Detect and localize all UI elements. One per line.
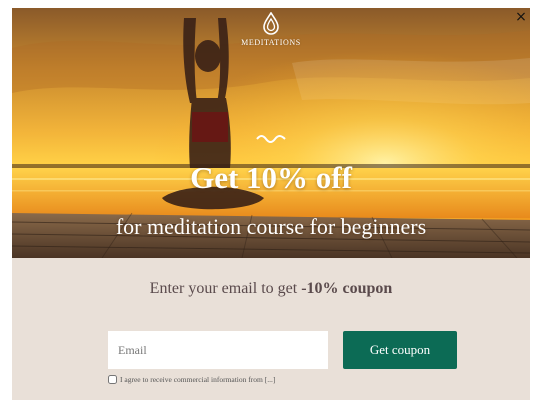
wave-icon (256, 135, 286, 143)
hero-banner: × MEDITATIONS Get 10% off for meditation… (12, 8, 530, 258)
subheadline: for meditation course for beginners (115, 214, 427, 239)
consent-label: I agree to receive commercial informatio… (120, 375, 276, 384)
brand-name: MEDITATIONS (241, 38, 301, 47)
prompt-text: Enter your email to get (149, 280, 302, 297)
coupon-popup: × MEDITATIONS Get 10% off for meditation… (12, 8, 530, 400)
email-prompt: Enter your email to get -10% coupon (12, 280, 530, 298)
brand: MEDITATIONS (12, 12, 530, 47)
get-coupon-button[interactable]: Get coupon (343, 331, 457, 369)
email-field[interactable] (108, 331, 328, 369)
signup-form: Enter your email to get -10% coupon Get … (12, 258, 530, 400)
consent-row[interactable]: I agree to receive commercial informatio… (108, 375, 275, 384)
lotus-drop-icon (263, 12, 279, 35)
consent-checkbox[interactable] (108, 375, 117, 384)
prompt-coupon-amount: -10% coupon (301, 280, 393, 297)
headline: Get 10% off (190, 160, 352, 195)
